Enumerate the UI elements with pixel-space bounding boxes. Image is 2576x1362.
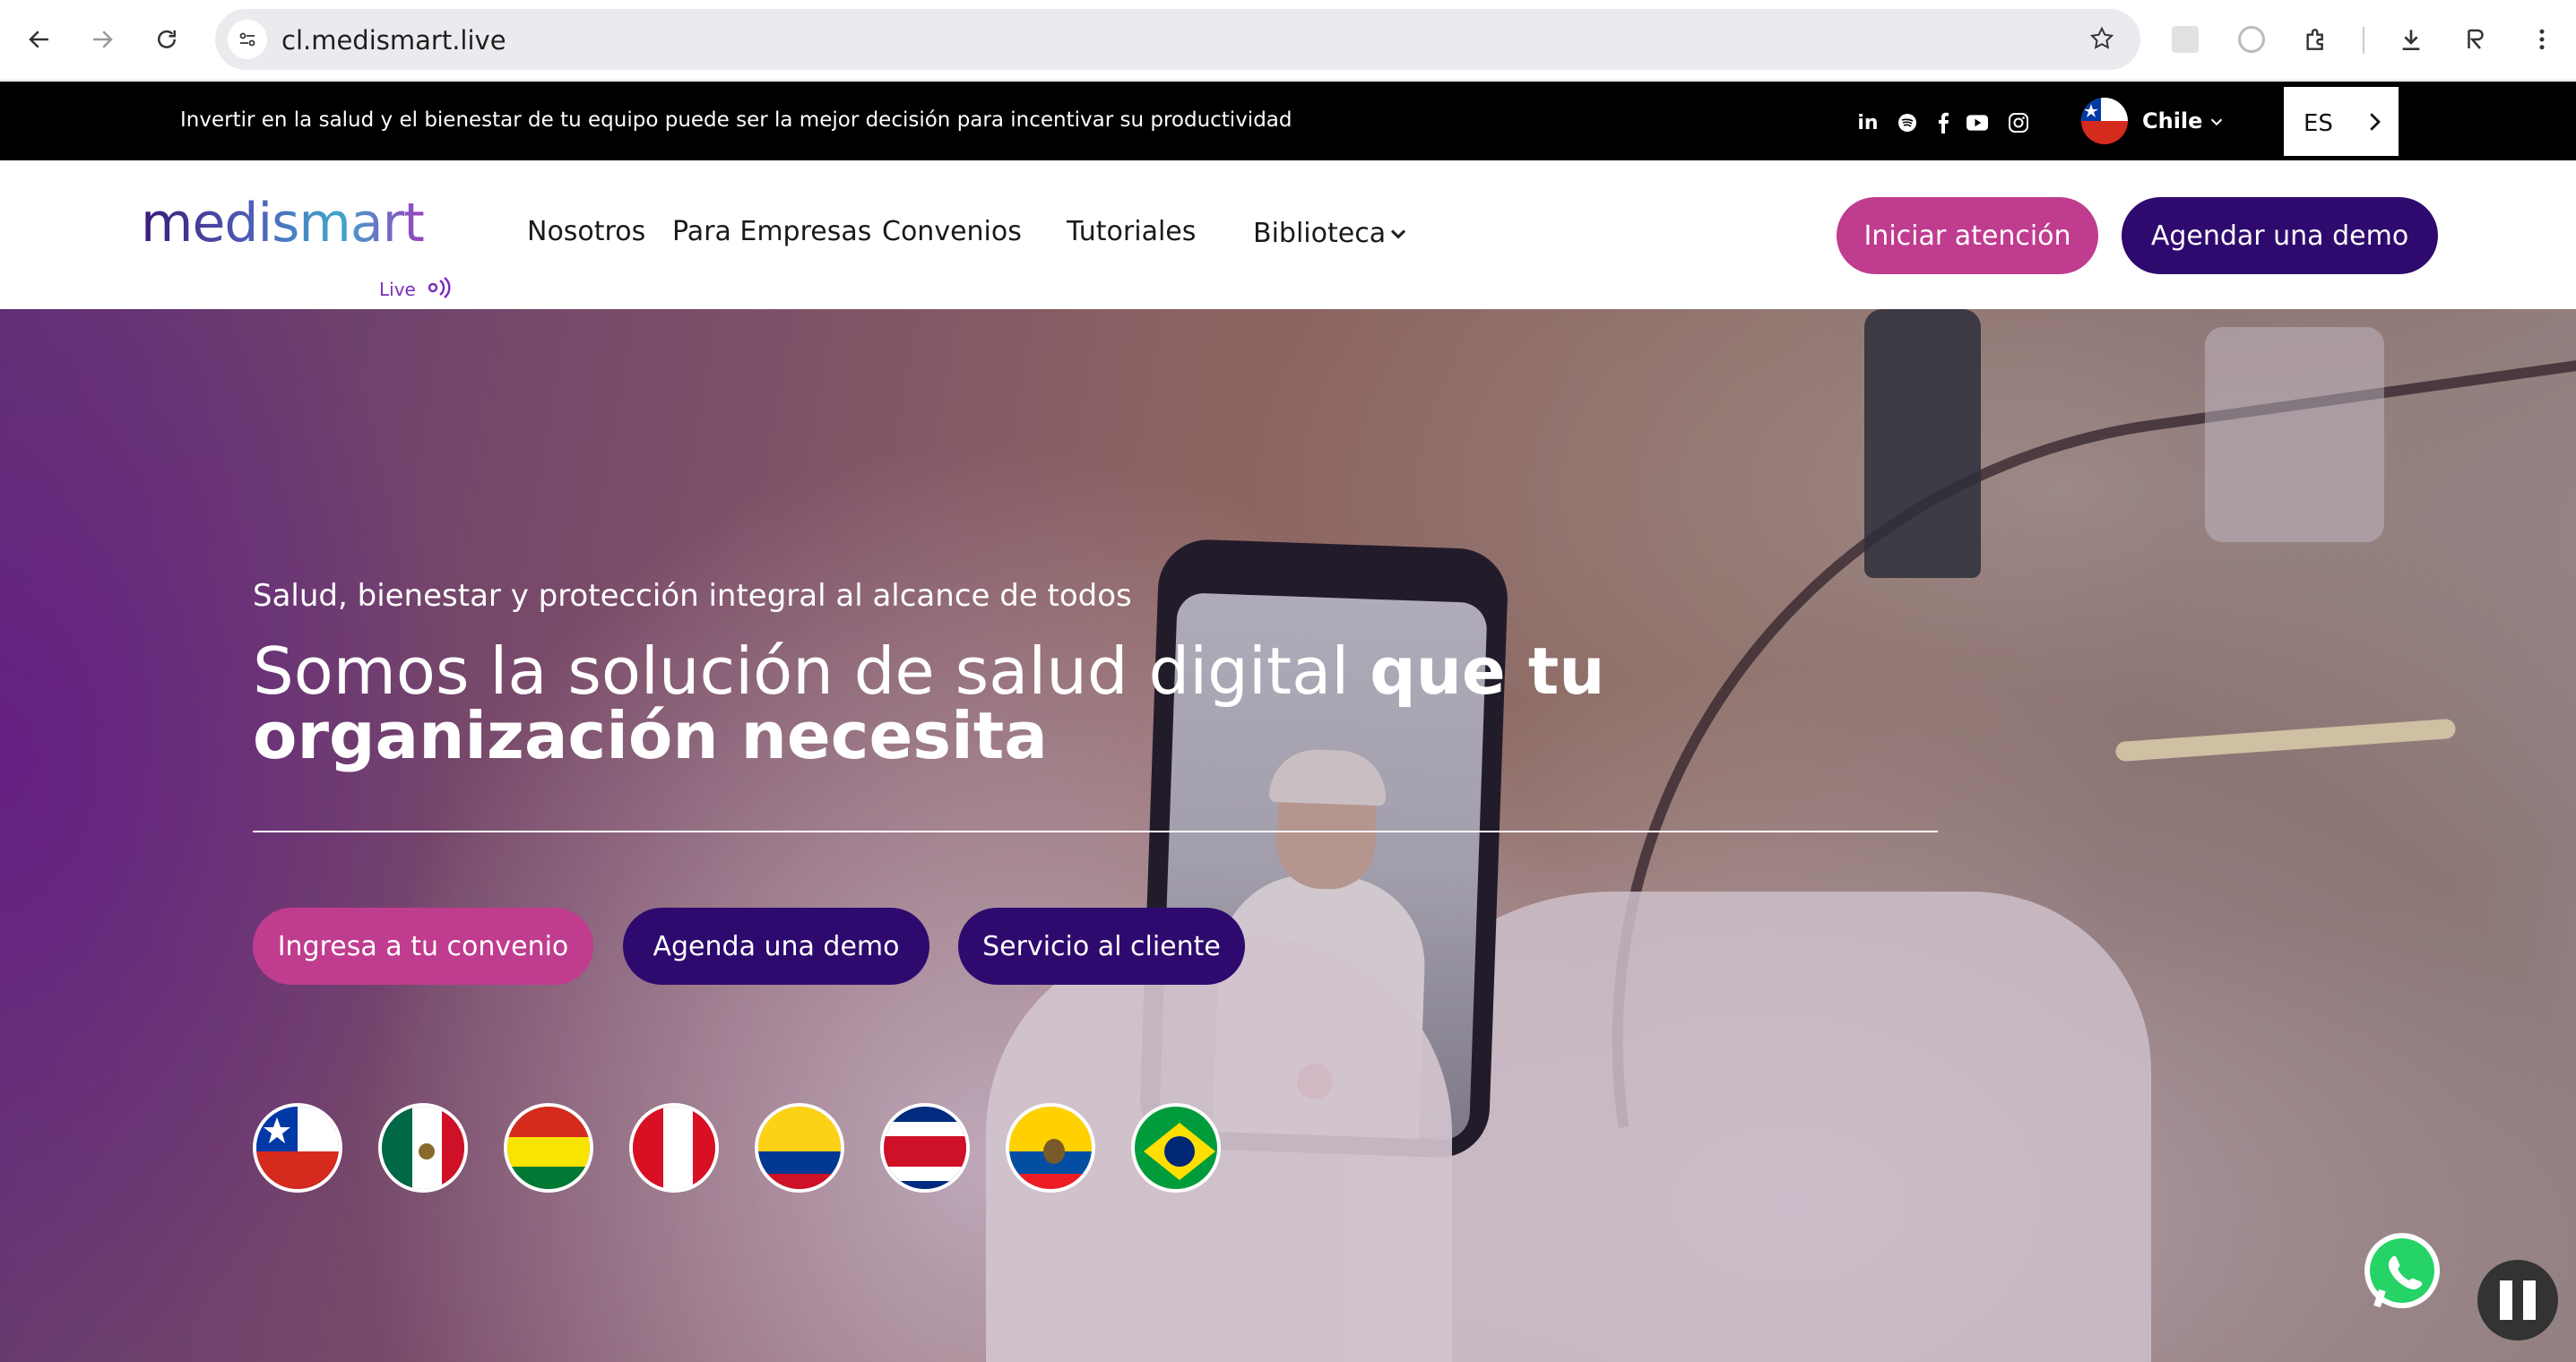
hero-overlay xyxy=(0,309,2576,1362)
url-text: cl.medismart.live xyxy=(281,25,506,56)
iniciar-atencion-button[interactable]: Iniciar atención xyxy=(1837,197,2098,274)
browser-toolbar: cl.medismart.live xyxy=(0,0,2576,81)
language-selector[interactable]: ES xyxy=(2282,85,2400,158)
toolbar-divider xyxy=(2363,27,2364,54)
whatsapp-icon[interactable] xyxy=(2359,1229,2445,1315)
nav-tutoriales[interactable]: Tutoriales xyxy=(1067,216,1196,247)
back-icon[interactable] xyxy=(20,20,59,59)
reload-icon[interactable] xyxy=(147,20,186,59)
logo-text: medismart xyxy=(141,192,425,254)
linkedin-icon[interactable]: in xyxy=(1857,112,1879,134)
chile-flag-icon[interactable] xyxy=(253,1103,342,1193)
site-header: medismart Live Nosotros Para Empresas Co… xyxy=(0,160,2576,309)
chevron-right-icon xyxy=(2361,108,2388,140)
agenda-demo-button[interactable]: Agenda una demo xyxy=(623,908,929,985)
profile-icon[interactable] xyxy=(2456,20,2495,59)
forward-icon[interactable] xyxy=(82,20,122,59)
pause-video-button[interactable] xyxy=(2477,1260,2558,1340)
logo-wordmark: medismart xyxy=(141,196,425,250)
mexico-flag-icon[interactable] xyxy=(378,1103,468,1193)
bolivia-flag-icon[interactable] xyxy=(504,1103,593,1193)
colombia-flag-icon[interactable] xyxy=(755,1103,844,1193)
biblioteca-chevron-down-icon[interactable] xyxy=(1386,221,1411,251)
facebook-icon[interactable] xyxy=(1932,112,1954,134)
chevron-down-icon[interactable] xyxy=(2207,112,2226,136)
nav-para-empresas[interactable]: Para Empresas xyxy=(672,216,871,247)
country-selector[interactable]: Chile xyxy=(2142,108,2202,134)
instagram-icon[interactable] xyxy=(2008,112,2029,134)
extension-camera-icon[interactable] xyxy=(2232,20,2271,59)
ecuador-flag-icon[interactable] xyxy=(1006,1103,1095,1193)
ingresa-convenio-button[interactable]: Ingresa a tu convenio xyxy=(253,908,593,985)
extension-icon[interactable] xyxy=(2165,20,2205,59)
hero-subtitle: Salud, bienestar y protección integral a… xyxy=(253,578,1132,614)
spotify-icon[interactable] xyxy=(1897,112,1918,134)
signal-icon xyxy=(428,277,451,298)
hero-title: Somos la solución de salud digital que t… xyxy=(253,639,2001,768)
peru-flag-icon[interactable] xyxy=(629,1103,719,1193)
youtube-icon[interactable] xyxy=(1967,112,1988,134)
nav-convenios[interactable]: Convenios xyxy=(882,216,1022,247)
language-label: ES xyxy=(2304,110,2333,137)
costa-rica-flag-icon[interactable] xyxy=(880,1103,970,1193)
hero-section: Salud, bienestar y protección integral a… xyxy=(0,309,2576,1362)
chile-flag-icon[interactable] xyxy=(2081,98,2128,144)
pause-bar-left xyxy=(2500,1280,2512,1320)
logo-live-text: Live xyxy=(379,279,416,300)
nav-biblioteca[interactable]: Biblioteca xyxy=(1253,218,1386,249)
bookmark-star-icon[interactable] xyxy=(2088,25,2115,56)
nav-nosotros[interactable]: Nosotros xyxy=(527,216,645,247)
announcement-text: Invertir en la salud y el bienestar de t… xyxy=(180,108,1292,132)
hero-divider xyxy=(253,831,1938,832)
agendar-demo-button[interactable]: Agendar una demo xyxy=(2122,197,2438,274)
medismart-logo[interactable]: medismart Live xyxy=(141,196,451,300)
address-bar[interactable]: cl.medismart.live xyxy=(215,9,2140,70)
puzzle-icon[interactable] xyxy=(2296,20,2336,59)
kebab-menu-icon[interactable] xyxy=(2522,20,2562,59)
pause-bar-right xyxy=(2523,1280,2536,1320)
site-info-icon[interactable] xyxy=(228,20,267,59)
download-icon[interactable] xyxy=(2391,20,2431,59)
announcement-bar: Invertir en la salud y el bienestar de t… xyxy=(0,82,2576,160)
servicio-cliente-button[interactable]: Servicio al cliente xyxy=(958,908,1245,985)
brazil-flag-icon[interactable] xyxy=(1131,1103,1221,1193)
